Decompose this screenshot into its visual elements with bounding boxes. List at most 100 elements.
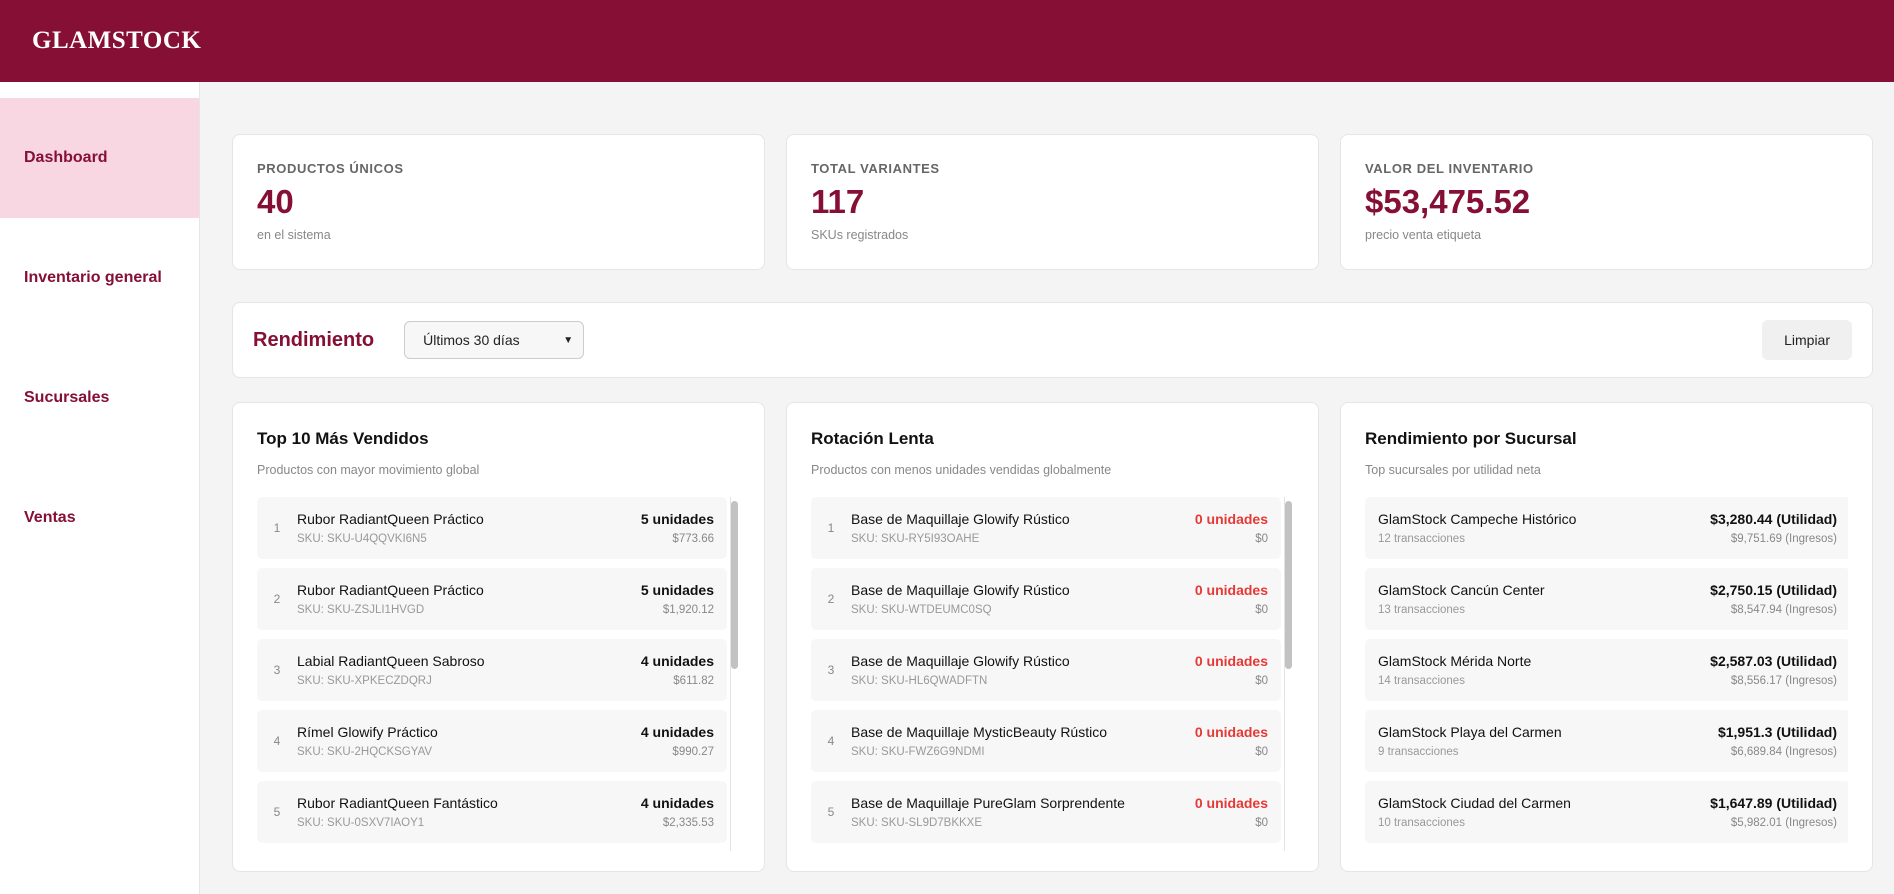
item-metrics: 5 unidades $1,920.12 — [641, 582, 714, 616]
list-item[interactable]: 1 Rubor RadiantQueen Práctico SKU: SKU-U4… — [257, 497, 727, 559]
list-item[interactable]: GlamStock Ciudad del Carmen 10 transaccio… — [1365, 781, 1848, 843]
panels-row: Top 10 Más Vendidos Productos con mayor … — [232, 402, 1873, 872]
list-item[interactable]: 5 Rubor RadiantQueen Fantástico SKU: SKU-… — [257, 781, 727, 843]
list-item[interactable]: 3 Labial RadiantQueen Sabroso SKU: SKU-XP… — [257, 639, 727, 701]
item-metrics: 0 unidades $0 — [1195, 653, 1268, 687]
performance-title: Rendimiento — [253, 328, 375, 351]
list-item[interactable]: 4 Base de Maquillaje MysticBeauty Rústic… — [811, 710, 1281, 772]
scrollbar-thumb[interactable] — [1285, 501, 1292, 669]
list-item[interactable]: 2 Rubor RadiantQueen Práctico SKU: SKU-ZS… — [257, 568, 727, 630]
item-amount: $0 — [1255, 604, 1268, 616]
stat-value: 40 — [257, 183, 294, 220]
branch-metrics: $3,280.44 (Utilidad) $9,751.69 (Ingresos) — [1710, 511, 1837, 545]
stat-sub: SKUs registrados — [811, 228, 909, 242]
performance-bar: Rendimiento Últimos 30 días ▼ Limpiar — [232, 302, 1873, 378]
branch-transactions: 14 transacciones — [1378, 675, 1465, 687]
branch-revenue: $5,982.01 (Ingresos) — [1730, 817, 1837, 829]
units-sold: 4 unidades — [640, 724, 714, 740]
list-item[interactable]: GlamStock Campeche Histórico 12 transacci… — [1365, 497, 1848, 559]
sidebar-item-inventario[interactable]: Inventario general — [0, 218, 199, 338]
stat-label: PRODUCTOS ÚNICOS — [257, 161, 404, 176]
stat-card-variantes: TOTAL VARIANTES 117 SKUs registrados — [786, 134, 1319, 270]
top-sellers-list[interactable]: 1 Rubor RadiantQueen Práctico SKU: SKU-U4… — [257, 497, 740, 851]
slow-rotation-list[interactable]: 1 Base de Maquillaje Glowify Rústico SKU:… — [811, 497, 1294, 851]
branch-revenue: $8,556.17 (Ingresos) — [1730, 675, 1837, 687]
units-sold: 0 unidades — [1194, 653, 1268, 669]
product-name: Base de Maquillaje MysticBeauty Rústico — [851, 724, 1108, 740]
rank-number: 4 — [273, 734, 281, 748]
product-sku: SKU: SKU-HL6QWADFTN — [851, 675, 988, 687]
item-metrics: 4 unidades $2,335.53 — [641, 795, 714, 829]
branch-info: GlamStock Cancún Center 13 transacciones — [1378, 582, 1710, 616]
item-amount: $0 — [1255, 817, 1268, 829]
sidebar-item-ventas[interactable]: Ventas — [0, 458, 199, 578]
product-name: Base de Maquillaje Glowify Rústico — [851, 653, 1070, 669]
list-item[interactable]: GlamStock Playa del Carmen 9 transaccione… — [1365, 710, 1848, 772]
branch-profit: $1,647.89 (Utilidad) — [1710, 795, 1837, 811]
item-metrics: 4 unidades $611.82 — [641, 653, 714, 687]
product-sku: SKU: SKU-XPKECZDQRJ — [297, 675, 432, 687]
branch-profit: $2,750.15 (Utilidad) — [1710, 582, 1837, 598]
branch-metrics: $1,647.89 (Utilidad) $5,982.01 (Ingresos) — [1710, 795, 1837, 829]
item-amount: $0 — [1255, 675, 1268, 687]
list: 1 Rubor RadiantQueen Práctico SKU: SKU-U4… — [257, 497, 727, 843]
product-name: Base de Maquillaje PureGlam Sorprendente — [851, 795, 1125, 811]
list-item[interactable]: GlamStock Mérida Norte 14 transacciones $… — [1365, 639, 1848, 701]
brand-logo[interactable]: GLAMSTOCK — [32, 27, 201, 55]
item-info: Rubor RadiantQueen Práctico SKU: SKU-ZSJL… — [297, 582, 641, 616]
stats-row: PRODUCTOS ÚNICOS 40 en el sistema TOTAL … — [232, 134, 1873, 270]
branch-profit: $1,951.3 (Utilidad) — [1717, 724, 1837, 740]
product-sku: SKU: SKU-ZSJLI1HVGD — [297, 604, 425, 616]
date-range-select[interactable]: Últimos 30 días ▼ — [404, 321, 585, 359]
list-item[interactable]: 1 Base de Maquillaje Glowify Rústico SKU:… — [811, 497, 1281, 559]
branch-performance-panel: Rendimiento por Sucursal Top sucursales … — [1340, 402, 1873, 872]
product-sku: SKU: SKU-2HQCKSGYAV — [297, 746, 433, 758]
item-info: Base de Maquillaje Glowify Rústico SKU: S… — [851, 511, 1195, 545]
product-name: Base de Maquillaje Glowify Rústico — [851, 582, 1070, 598]
branch-transactions: 13 transacciones — [1378, 604, 1465, 616]
rank-number: 3 — [827, 663, 835, 677]
item-amount: $1,920.12 — [662, 604, 714, 616]
sidebar-item-sucursales[interactable]: Sucursales — [0, 338, 199, 458]
item-amount: $611.82 — [673, 675, 714, 687]
scrollbar[interactable] — [1284, 497, 1294, 851]
branch-name: GlamStock Cancún Center — [1378, 582, 1545, 598]
scrollbar-thumb[interactable] — [731, 501, 738, 669]
top-bar: GLAMSTOCK — [0, 0, 1894, 82]
list-item[interactable]: 5 Base de Maquillaje PureGlam Sorprenden… — [811, 781, 1281, 843]
sidebar-item-dashboard[interactable]: Dashboard — [0, 98, 199, 218]
item-metrics: 5 unidades $773.66 — [641, 511, 714, 545]
panel-subtitle: Productos con mayor movimiento global — [257, 463, 480, 477]
item-info: Rubor RadiantQueen Práctico SKU: SKU-U4QQ… — [297, 511, 641, 545]
product-name: Base de Maquillaje Glowify Rústico — [851, 511, 1070, 527]
date-range-value: Últimos 30 días — [423, 332, 520, 348]
rank-number: 5 — [827, 805, 835, 819]
list-item[interactable]: 4 Rímel Glowify Práctico SKU: SKU-2HQCKSG… — [257, 710, 727, 772]
branch-transactions: 9 transacciones — [1378, 746, 1459, 758]
branch-name: GlamStock Ciudad del Carmen — [1378, 795, 1571, 811]
branch-revenue: $9,751.69 (Ingresos) — [1730, 533, 1837, 545]
scrollbar[interactable] — [730, 497, 740, 851]
item-info: Base de Maquillaje PureGlam Sorprendente… — [851, 795, 1195, 829]
branch-name: GlamStock Campeche Histórico — [1378, 511, 1577, 527]
main-content: PRODUCTOS ÚNICOS 40 en el sistema TOTAL … — [232, 134, 1873, 872]
stat-card-productos: PRODUCTOS ÚNICOS 40 en el sistema — [232, 134, 765, 270]
units-sold: 5 unidades — [640, 511, 714, 527]
branch-info: GlamStock Mérida Norte 14 transacciones — [1378, 653, 1710, 687]
stat-card-valor: VALOR DEL INVENTARIO $53,475.52 precio v… — [1340, 134, 1873, 270]
item-metrics: 0 unidades $0 — [1195, 724, 1268, 758]
item-metrics: 0 unidades $0 — [1195, 582, 1268, 616]
list: 1 Base de Maquillaje Glowify Rústico SKU:… — [811, 497, 1281, 843]
product-sku: SKU: SKU-SL9D7BKKXE — [851, 817, 983, 829]
item-info: Labial RadiantQueen Sabroso SKU: SKU-XPKE… — [297, 653, 641, 687]
item-info: Base de Maquillaje MysticBeauty Rústico S… — [851, 724, 1195, 758]
list-item[interactable]: GlamStock Cancún Center 13 transacciones … — [1365, 568, 1848, 630]
product-sku: SKU: SKU-0SXV7IAOY1 — [297, 817, 425, 829]
rank-number: 3 — [273, 663, 281, 677]
list-item[interactable]: 2 Base de Maquillaje Glowify Rústico SKU:… — [811, 568, 1281, 630]
list-item[interactable]: 3 Base de Maquillaje Glowify Rústico SKU:… — [811, 639, 1281, 701]
rank-number: 4 — [827, 734, 835, 748]
units-sold: 0 unidades — [1194, 724, 1268, 740]
clear-button[interactable]: Limpiar — [1762, 320, 1852, 360]
branch-name: GlamStock Playa del Carmen — [1378, 724, 1562, 740]
